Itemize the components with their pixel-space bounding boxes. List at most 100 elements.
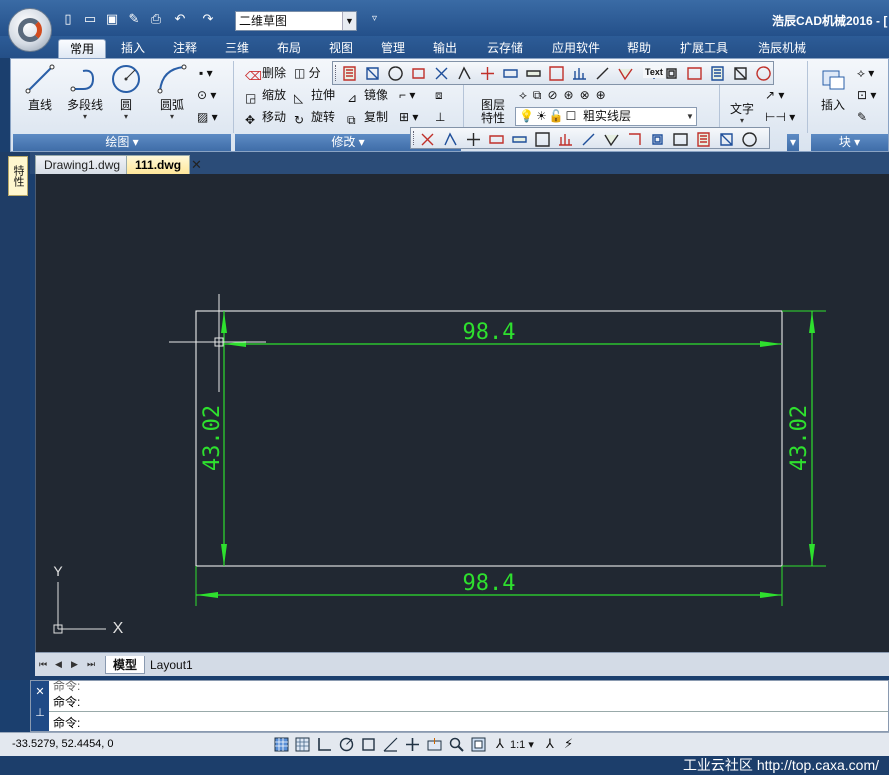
application-menu-button[interactable] — [8, 8, 52, 52]
scale-button[interactable]: ◲ 缩放 — [245, 85, 286, 105]
block-attribute-icon[interactable]: ✎ — [857, 107, 867, 127]
tab-gstarcad-mech[interactable]: 浩辰机械 — [750, 39, 814, 58]
last-tab-icon[interactable]: ⏭ — [87, 659, 95, 670]
drawing-svg[interactable]: 98.4 98.4 43.02 43.02 Y X — [36, 174, 889, 652]
command-window-handle[interactable]: ✕ ⊥ — [31, 681, 49, 731]
standard-part-3-icon[interactable] — [465, 131, 482, 148]
standard-part-15-icon[interactable] — [741, 131, 758, 148]
array-icon[interactable]: ⊞ ▾ — [399, 107, 418, 127]
first-tab-icon[interactable]: ⏮ — [39, 659, 47, 670]
dimension-left[interactable]: 43.02 — [200, 311, 227, 566]
dimension-bottom[interactable]: 98.4 — [195, 566, 783, 606]
leader-icon[interactable]: ↗ ▾ — [765, 85, 784, 105]
annotation-visibility-icon[interactable]: ⅄ — [546, 736, 554, 752]
hatch-icon[interactable]: ▨ ▾ — [197, 107, 218, 127]
annotation-scale-icon[interactable]: ⅄ — [496, 736, 504, 752]
polyline-button[interactable]: 多段线 ▾ — [63, 63, 107, 121]
tab-home[interactable]: 常用 — [58, 39, 106, 58]
standard-part-12-icon[interactable] — [672, 131, 689, 148]
dimension-top[interactable]: 98.4 — [223, 311, 782, 566]
dimension-right[interactable]: 43.02 — [782, 310, 826, 567]
trim-icon[interactable]: ⊥ — [435, 107, 445, 127]
draw-group-label[interactable]: 绘图 ▾ — [13, 134, 231, 151]
standard-part-6-icon[interactable] — [534, 131, 551, 148]
layer-select[interactable]: 💡☀🔓☐ 粗实线层 ▼ — [515, 107, 697, 126]
line-button[interactable]: 直线 — [19, 63, 61, 113]
tab-applications[interactable]: 应用软件 — [544, 39, 608, 58]
tab-extensions[interactable]: 扩展工具 — [672, 39, 736, 58]
properties-side-tab[interactable]: 特性 — [8, 156, 28, 196]
mech-tool-12-icon[interactable] — [594, 65, 611, 82]
next-tab-icon[interactable]: ▶ — [71, 659, 78, 670]
open-folder-icon[interactable]: ▭ — [82, 11, 98, 27]
tab-cloud-storage[interactable]: 云存储 — [478, 39, 532, 58]
mech-tool-17-icon[interactable] — [709, 65, 726, 82]
close-icon[interactable]: ✕ — [31, 685, 49, 698]
standard-part-8-icon[interactable] — [580, 131, 597, 148]
drawing-canvas[interactable]: 98.4 98.4 43.02 43.02 Y X — [35, 174, 889, 652]
tab-manage[interactable]: 管理 — [372, 39, 414, 58]
arc-button[interactable]: 圆弧 ▾ — [154, 63, 190, 121]
block-group-label[interactable]: 块 ▾ — [811, 134, 888, 151]
lineweight-icon[interactable] — [448, 736, 465, 753]
mech-tool-7-icon[interactable] — [479, 65, 496, 82]
copy-button[interactable]: ⧉ 复制 — [347, 107, 388, 127]
rotate-button[interactable]: ↻ 旋转 — [294, 107, 335, 127]
new-file-icon[interactable]: ▯ — [60, 11, 76, 27]
prev-tab-icon[interactable]: ◀ — [55, 659, 62, 670]
rectangle-geometry[interactable] — [195, 310, 783, 567]
standard-part-14-icon[interactable] — [718, 131, 735, 148]
doc-tab-drawing1[interactable]: Drawing1.dwg — [35, 155, 130, 174]
standard-part-13-icon[interactable] — [695, 131, 712, 148]
move-button[interactable]: ✥ 移动 — [245, 107, 286, 127]
insert-block-button[interactable]: 插入 — [815, 65, 851, 113]
mech-tool-9-icon[interactable] — [525, 65, 542, 82]
workspace-select[interactable]: 二维草图 ▼ — [235, 11, 357, 31]
standard-part-10-icon[interactable] — [626, 131, 643, 148]
point-icon[interactable]: ▪ ▾ — [199, 63, 213, 83]
mech-tool-4-icon[interactable] — [410, 65, 427, 82]
layer-tools-row[interactable]: ⟡⧉⊘⊛⊗⊕ — [519, 85, 612, 105]
object-snap-icon[interactable] — [360, 736, 377, 753]
tab-insert[interactable]: 插入 — [112, 39, 154, 58]
erase-button[interactable]: ⌫删除 — [245, 63, 286, 83]
tab-help[interactable]: 帮助 — [618, 39, 660, 58]
pin-icon[interactable]: ⊥ — [31, 706, 49, 719]
save-as-icon[interactable]: ✎ — [126, 11, 142, 27]
mech-tool-6-icon[interactable] — [456, 65, 473, 82]
standard-part-5-icon[interactable] — [511, 131, 528, 148]
ellipse-icon[interactable]: ⊙ ▾ — [197, 85, 216, 105]
tab-output[interactable]: 输出 — [424, 39, 466, 58]
toolbar-grip[interactable] — [413, 131, 416, 145]
tab-layout[interactable]: 布局 — [268, 39, 310, 58]
stretch-button[interactable]: ◺ 拉伸 — [294, 85, 335, 105]
snap-icon[interactable] — [273, 736, 290, 753]
standard-part-11-icon[interactable] — [649, 131, 666, 148]
dimension-icon[interactable]: ⊢⊣ ▾ — [765, 107, 795, 127]
mech-tool-13-icon[interactable] — [617, 65, 634, 82]
redo-icon[interactable]: ↷ — [200, 11, 216, 27]
mech-tool-19-icon[interactable] — [755, 65, 772, 82]
create-block-icon[interactable]: ⟡ ▾ — [857, 63, 874, 83]
standard-part-1-icon[interactable] — [419, 131, 436, 148]
object-track-icon[interactable] — [382, 736, 399, 753]
auto-scale-icon[interactable]: ⚡ — [564, 736, 573, 752]
tab-3d[interactable]: 三维 — [216, 39, 258, 58]
offset-icon[interactable]: ⧈ — [435, 85, 443, 105]
customize-quick-access-icon[interactable]: ▿ — [372, 13, 377, 24]
mech-tool-2-icon[interactable] — [364, 65, 381, 82]
text-style-button[interactable]: Text — [643, 66, 665, 78]
layer-properties-button[interactable]: 图层 特性 — [473, 99, 513, 125]
model-space-icon[interactable] — [470, 736, 487, 753]
standard-part-7-icon[interactable] — [557, 131, 574, 148]
mech-tool-8-icon[interactable] — [502, 65, 519, 82]
tab-annotate[interactable]: 注释 — [164, 39, 206, 58]
tab-view[interactable]: 视图 — [320, 39, 362, 58]
text-button[interactable]: 文字 ▾ — [723, 99, 761, 125]
mech-tool-10-icon[interactable] — [548, 65, 565, 82]
command-input-prompt[interactable]: 命令: — [53, 714, 80, 731]
mirror-button[interactable]: ⊿ 镜像 — [347, 85, 388, 105]
doc-tab-111[interactable]: 111.dwg — [126, 155, 191, 174]
ortho-icon[interactable] — [316, 736, 333, 753]
standard-part-9-icon[interactable] — [603, 131, 620, 148]
